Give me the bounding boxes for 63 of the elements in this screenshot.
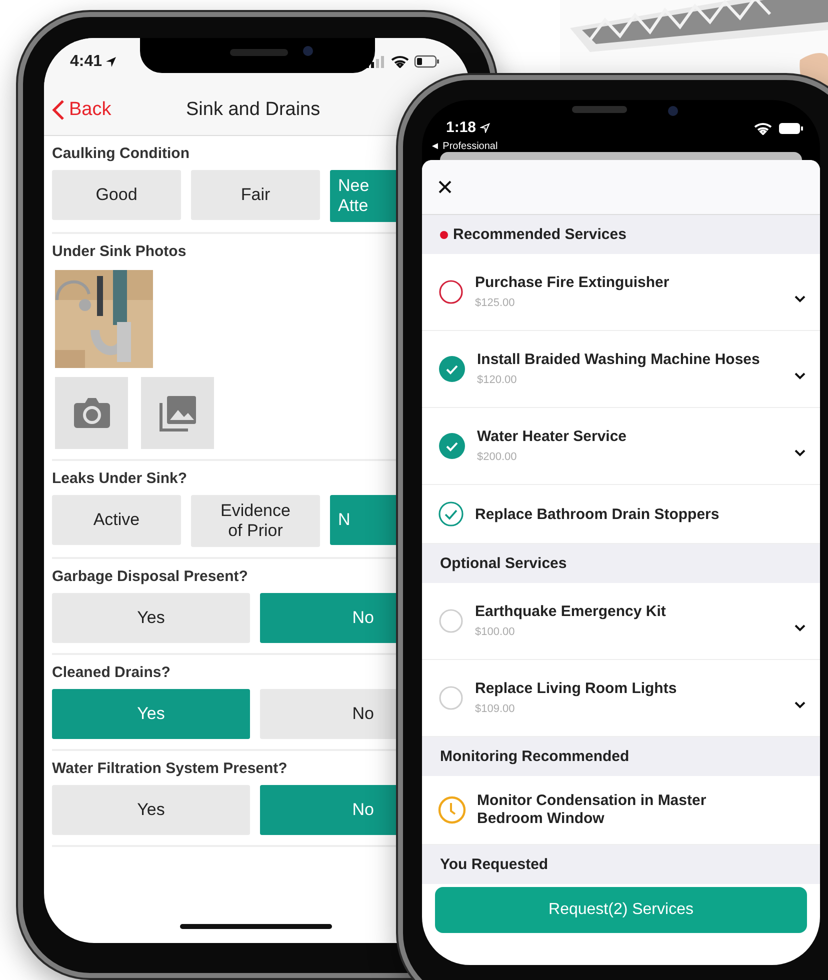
option-button[interactable]: Yes [52,785,250,835]
chevron-down-icon[interactable] [794,701,806,709]
section-label: Garbage Disposal Present? [52,568,248,585]
battery-icon [778,122,804,135]
camera-icon [72,397,110,429]
service-price: $125.00 [475,296,515,308]
option-button[interactable]: Fair [191,170,320,220]
chevron-down-icon[interactable] [794,624,806,632]
speaker-grille [572,106,627,113]
camera-lens [668,106,678,116]
battery-icon [414,55,440,68]
camera-button[interactable] [55,377,128,449]
option-button[interactable]: No [260,593,398,643]
back-button[interactable]: Back [52,99,112,121]
chevron-left-icon [52,99,65,121]
service-title: Replace Bathroom Drain Stoppers [475,506,720,522]
radio-circle[interactable] [438,279,464,305]
service-price: $120.00 [477,374,517,386]
option-button[interactable]: Active [52,495,181,545]
service-price: $109.00 [475,702,515,714]
checked-circle-icon[interactable] [438,355,466,383]
option-button[interactable]: Nee Atte [330,170,398,222]
chevron-down-icon[interactable] [794,449,806,457]
status-time: 4:41 [70,52,102,70]
back-to-app-link[interactable]: ◄ Professional [430,141,498,152]
section-label: Cleaned Drains? [52,664,170,681]
status-time: 1:18 [446,119,476,136]
option-button[interactable]: N [330,495,398,545]
section-header: Recommended Services [453,226,626,243]
wifi-icon [391,55,409,68]
service-title: Replace Living Room Lights [475,680,678,696]
option-button[interactable]: Yes [52,593,250,643]
option-button[interactable]: Good [52,170,181,220]
section-header: Optional Services [440,555,567,572]
service-title: Earthquake Emergency Kit [475,602,667,620]
location-arrow-icon [480,122,490,132]
checked-circle-icon[interactable] [438,432,466,460]
check-circle-icon[interactable] [438,501,464,527]
screen-title: Sink and Drains [186,99,320,121]
gallery-icon [158,393,198,433]
section-label: Caulking Condition [52,145,190,162]
option-button[interactable]: No [260,689,398,739]
clock-icon [438,796,466,824]
service-title: Purchase Fire Extinguisher [475,274,670,290]
service-title: Water Heater Service [477,428,628,444]
gallery-button[interactable] [141,377,214,449]
option-button[interactable]: No [260,785,398,835]
chevron-down-icon[interactable] [794,372,806,380]
option-button[interactable]: Yes [52,689,250,739]
section-header: Monitoring Recommended [440,748,630,765]
section-label: Under Sink Photos [52,243,186,260]
chevron-down-icon[interactable] [794,295,806,303]
close-button[interactable] [438,180,452,194]
section-header: You Requested [440,856,548,873]
option-button[interactable]: Evidence of Prior [191,495,320,547]
section-label: Leaks Under Sink? [52,470,188,487]
service-price: $200.00 [477,450,517,462]
section-label: Water Filtration System Present? [52,760,288,777]
monitor-title: Monitor Condensation in Master Bedroom Window [477,792,708,828]
service-price: $100.00 [475,626,515,638]
wifi-icon [754,122,772,135]
service-title: Install Braided Washing Machine Hoses [477,350,761,368]
location-arrow-icon [105,56,118,68]
